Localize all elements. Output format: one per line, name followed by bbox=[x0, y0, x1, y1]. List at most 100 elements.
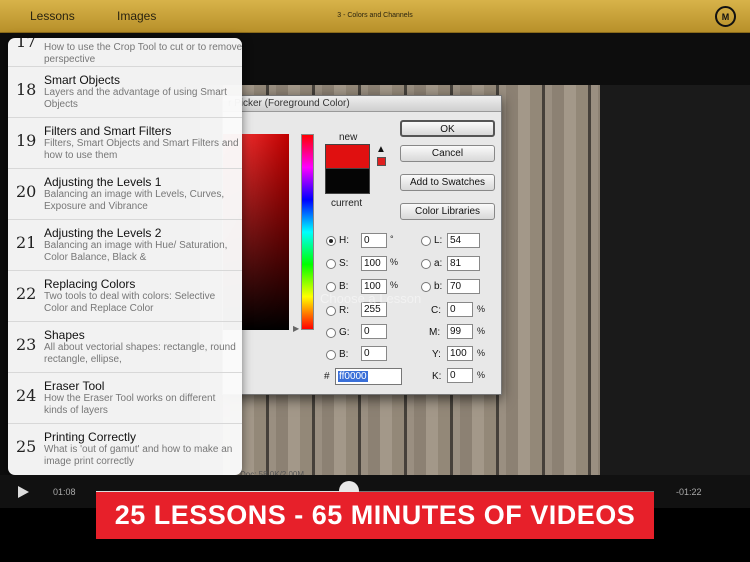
lesson-number: 18 bbox=[16, 80, 37, 99]
color-picker-dialog: r Picker (Foreground Color) ▶ new curren… bbox=[222, 95, 502, 395]
lesson-description: Filters, Smart Objects and Smart Filters… bbox=[44, 138, 239, 161]
lesson-description: What is 'out of gamut' and how to make a… bbox=[44, 444, 233, 467]
lesson-item-22[interactable]: 22 Replacing Colors Two tools to deal wi… bbox=[8, 271, 242, 322]
current-color-swatch[interactable] bbox=[325, 169, 370, 194]
current-color-label: current bbox=[331, 198, 363, 209]
ps-right-panel bbox=[600, 85, 750, 480]
lesson-item-24[interactable]: 24 Eraser Tool How the Eraser Tool works… bbox=[8, 373, 242, 424]
lesson-title: Replacing Colors bbox=[44, 277, 136, 291]
lesson-description: Balancing an image with Hue/ Saturation,… bbox=[44, 240, 228, 263]
lesson-description: Two tools to deal with colors: Selective… bbox=[44, 291, 216, 314]
video-title: 3 - Colors and Channels bbox=[337, 12, 413, 19]
lesson-item-17[interactable]: 17 How to use the Crop Tool to cut or to… bbox=[8, 38, 242, 67]
lesson-description: How to use the Crop Tool to cut or to re… bbox=[44, 42, 242, 65]
elapsed-time: 01:08 bbox=[53, 487, 76, 497]
saturation-field[interactable]: 100 bbox=[361, 256, 387, 271]
app-logo-icon: M bbox=[715, 6, 736, 27]
ok-button[interactable]: OK bbox=[400, 120, 495, 137]
magenta-field[interactable]: 99 bbox=[447, 324, 473, 339]
new-color-swatch bbox=[325, 144, 370, 169]
cyan-field[interactable]: 0 bbox=[447, 302, 473, 317]
lesson-number: 19 bbox=[16, 131, 37, 150]
hue-field[interactable]: 0 bbox=[361, 233, 387, 248]
lesson-title: Smart Objects bbox=[44, 73, 121, 87]
out-of-gamut-warning-icon[interactable]: ▲ bbox=[376, 144, 386, 155]
remaining-time: -01:22 bbox=[676, 487, 702, 497]
hue-label: H: bbox=[339, 235, 349, 246]
lab-b-field[interactable]: 70 bbox=[447, 279, 480, 294]
green-field[interactable]: 0 bbox=[361, 324, 387, 339]
radio-hue[interactable] bbox=[326, 236, 336, 246]
radio-red[interactable] bbox=[326, 306, 336, 316]
lesson-title: Printing Correctly bbox=[44, 430, 137, 444]
lab-a-field[interactable]: 81 bbox=[447, 256, 480, 271]
gamut-color-chip[interactable] bbox=[377, 157, 386, 166]
yellow-unit: % bbox=[477, 348, 486, 358]
red-label: R: bbox=[339, 305, 349, 316]
lab-l-field[interactable]: 54 bbox=[447, 233, 480, 248]
radio-green[interactable] bbox=[326, 328, 336, 338]
hex-label: # bbox=[324, 371, 330, 382]
promo-banner: 25 LESSONS - 65 MINUTES OF VIDEOS bbox=[96, 492, 654, 539]
hex-field[interactable]: ff0000 bbox=[335, 368, 402, 385]
new-color-label: new bbox=[339, 132, 358, 143]
radio-blue[interactable] bbox=[326, 350, 336, 360]
magenta-unit: % bbox=[477, 326, 486, 336]
brightness-unit: % bbox=[390, 280, 399, 290]
add-to-swatches-button[interactable]: Add to Swatches bbox=[400, 174, 495, 191]
radio-lab-l[interactable] bbox=[421, 236, 431, 246]
blue-label: B: bbox=[339, 349, 349, 360]
app-screen: Lessons Images 3 - Colors and Channels M… bbox=[0, 0, 750, 562]
lesson-number: 21 bbox=[16, 233, 37, 252]
lesson-number: 20 bbox=[16, 182, 37, 201]
yellow-field[interactable]: 100 bbox=[447, 346, 473, 361]
saturation-label: S: bbox=[339, 258, 349, 269]
lesson-title: Shapes bbox=[44, 328, 85, 342]
black-label: K: bbox=[432, 371, 442, 382]
lesson-number: 25 bbox=[16, 437, 37, 456]
radio-saturation[interactable] bbox=[326, 259, 336, 269]
lesson-item-20[interactable]: 20 Adjusting the Levels 1 Balancing an i… bbox=[8, 169, 242, 220]
blue-field[interactable]: 0 bbox=[361, 346, 387, 361]
lesson-number: 24 bbox=[16, 386, 37, 405]
cancel-button[interactable]: Cancel bbox=[400, 145, 495, 162]
lesson-description: How the Eraser Tool works on different k… bbox=[44, 393, 216, 416]
play-icon[interactable] bbox=[18, 486, 29, 498]
lesson-number: 23 bbox=[16, 335, 37, 354]
green-label: G: bbox=[339, 327, 350, 338]
lesson-item-18[interactable]: 18 Smart Objects Layers and the advantag… bbox=[8, 67, 242, 118]
black-field[interactable]: 0 bbox=[447, 368, 473, 383]
hue-unit: ° bbox=[390, 234, 394, 244]
lesson-title: Adjusting the Levels 2 bbox=[44, 226, 162, 240]
saturation-unit: % bbox=[390, 257, 399, 267]
cyan-unit: % bbox=[477, 304, 486, 314]
lab-b-label: b: bbox=[434, 281, 443, 292]
lab-l-label: L: bbox=[434, 235, 443, 246]
lesson-item-21[interactable]: 21 Adjusting the Levels 2 Balancing an i… bbox=[8, 220, 242, 271]
lesson-title: Filters and Smart Filters bbox=[44, 124, 172, 138]
lesson-item-25[interactable]: 25 Printing Correctly What is 'out of ga… bbox=[8, 424, 242, 475]
magenta-label: M: bbox=[429, 327, 441, 338]
lesson-description: All about vectorial shapes: rectangle, r… bbox=[44, 342, 236, 365]
cyan-label: C: bbox=[431, 305, 441, 316]
radio-lab-b[interactable] bbox=[421, 282, 431, 292]
radio-lab-a[interactable] bbox=[421, 259, 431, 269]
lesson-item-23[interactable]: 23 Shapes All about vectorial shapes: re… bbox=[8, 322, 242, 373]
hue-slider[interactable] bbox=[301, 134, 314, 330]
color-libraries-button[interactable]: Color Libraries bbox=[400, 203, 495, 220]
lesson-description: Balancing an image with Levels, Curves, … bbox=[44, 189, 225, 212]
hue-slider-arrow-icon[interactable]: ▶ bbox=[293, 324, 299, 333]
lesson-item-19[interactable]: 19 Filters and Smart Filters Filters, Sm… bbox=[8, 118, 242, 169]
lesson-title: Eraser Tool bbox=[44, 379, 105, 393]
yellow-label: Y: bbox=[432, 349, 441, 360]
lesson-title: Adjusting the Levels 1 bbox=[44, 175, 162, 189]
lesson-number: 22 bbox=[16, 284, 37, 303]
choose-lesson-overlay: Choose a Lesson bbox=[320, 291, 422, 306]
lessons-popover: 17 How to use the Crop Tool to cut or to… bbox=[8, 38, 242, 475]
black-unit: % bbox=[477, 370, 486, 380]
top-bar: Lessons Images 3 - Colors and Channels M bbox=[0, 0, 750, 33]
dialog-title: r Picker (Foreground Color) bbox=[223, 96, 501, 112]
lesson-number: 17 bbox=[16, 38, 37, 51]
lesson-description: Layers and the advantage of using Smart … bbox=[44, 87, 227, 110]
hex-value: ff0000 bbox=[338, 371, 368, 382]
